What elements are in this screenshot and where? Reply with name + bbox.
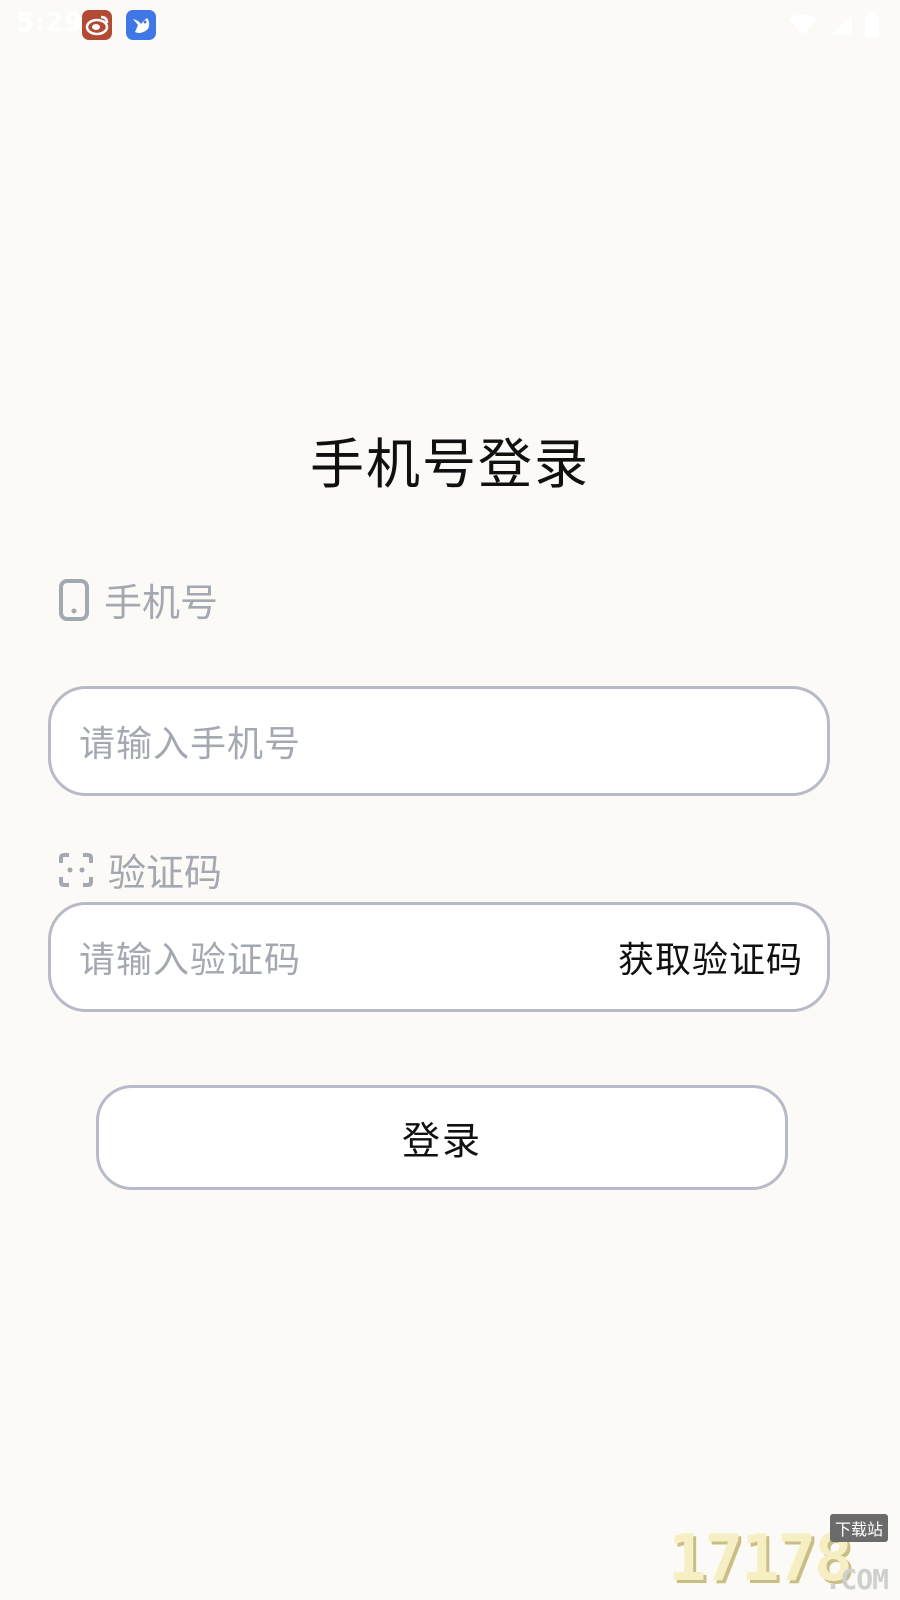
watermark-logo: 17178 下载站 .COM: [668, 1512, 894, 1600]
login-button[interactable]: 登录: [96, 1085, 788, 1190]
code-label: 验证码: [108, 851, 223, 895]
status-time: 5:29: [16, 8, 83, 38]
battery-icon: [865, 12, 879, 37]
status-bar: 5:29: [0, 0, 900, 48]
get-code-button[interactable]: 获取验证码: [618, 931, 803, 983]
page-title: 手机号登录: [310, 433, 590, 496]
code-label-row: 验证码: [58, 842, 222, 897]
watermark-suffix: .COM: [824, 1563, 889, 1596]
scan-code-icon: [59, 852, 93, 887]
watermark-number: 17178: [668, 1522, 853, 1596]
watermark-badge: 下载站: [829, 1514, 888, 1542]
system-icons: [788, 12, 880, 38]
phone-label: 手机号: [104, 581, 219, 625]
code-input-field[interactable]: 请输入验证码 获取验证码: [48, 902, 830, 1012]
code-input-placeholder[interactable]: 请输入验证码: [79, 931, 301, 983]
cellular-signal-icon: [830, 15, 852, 35]
phone-icon: [59, 578, 89, 621]
phone-input-placeholder[interactable]: 请输入手机号: [79, 715, 301, 767]
bird-app-icon: [126, 10, 156, 40]
weibo-icon: [82, 10, 112, 40]
phone-label-row: 手机号: [58, 572, 218, 627]
phone-input-field[interactable]: 请输入手机号: [48, 686, 830, 796]
wifi-icon: [789, 14, 817, 35]
